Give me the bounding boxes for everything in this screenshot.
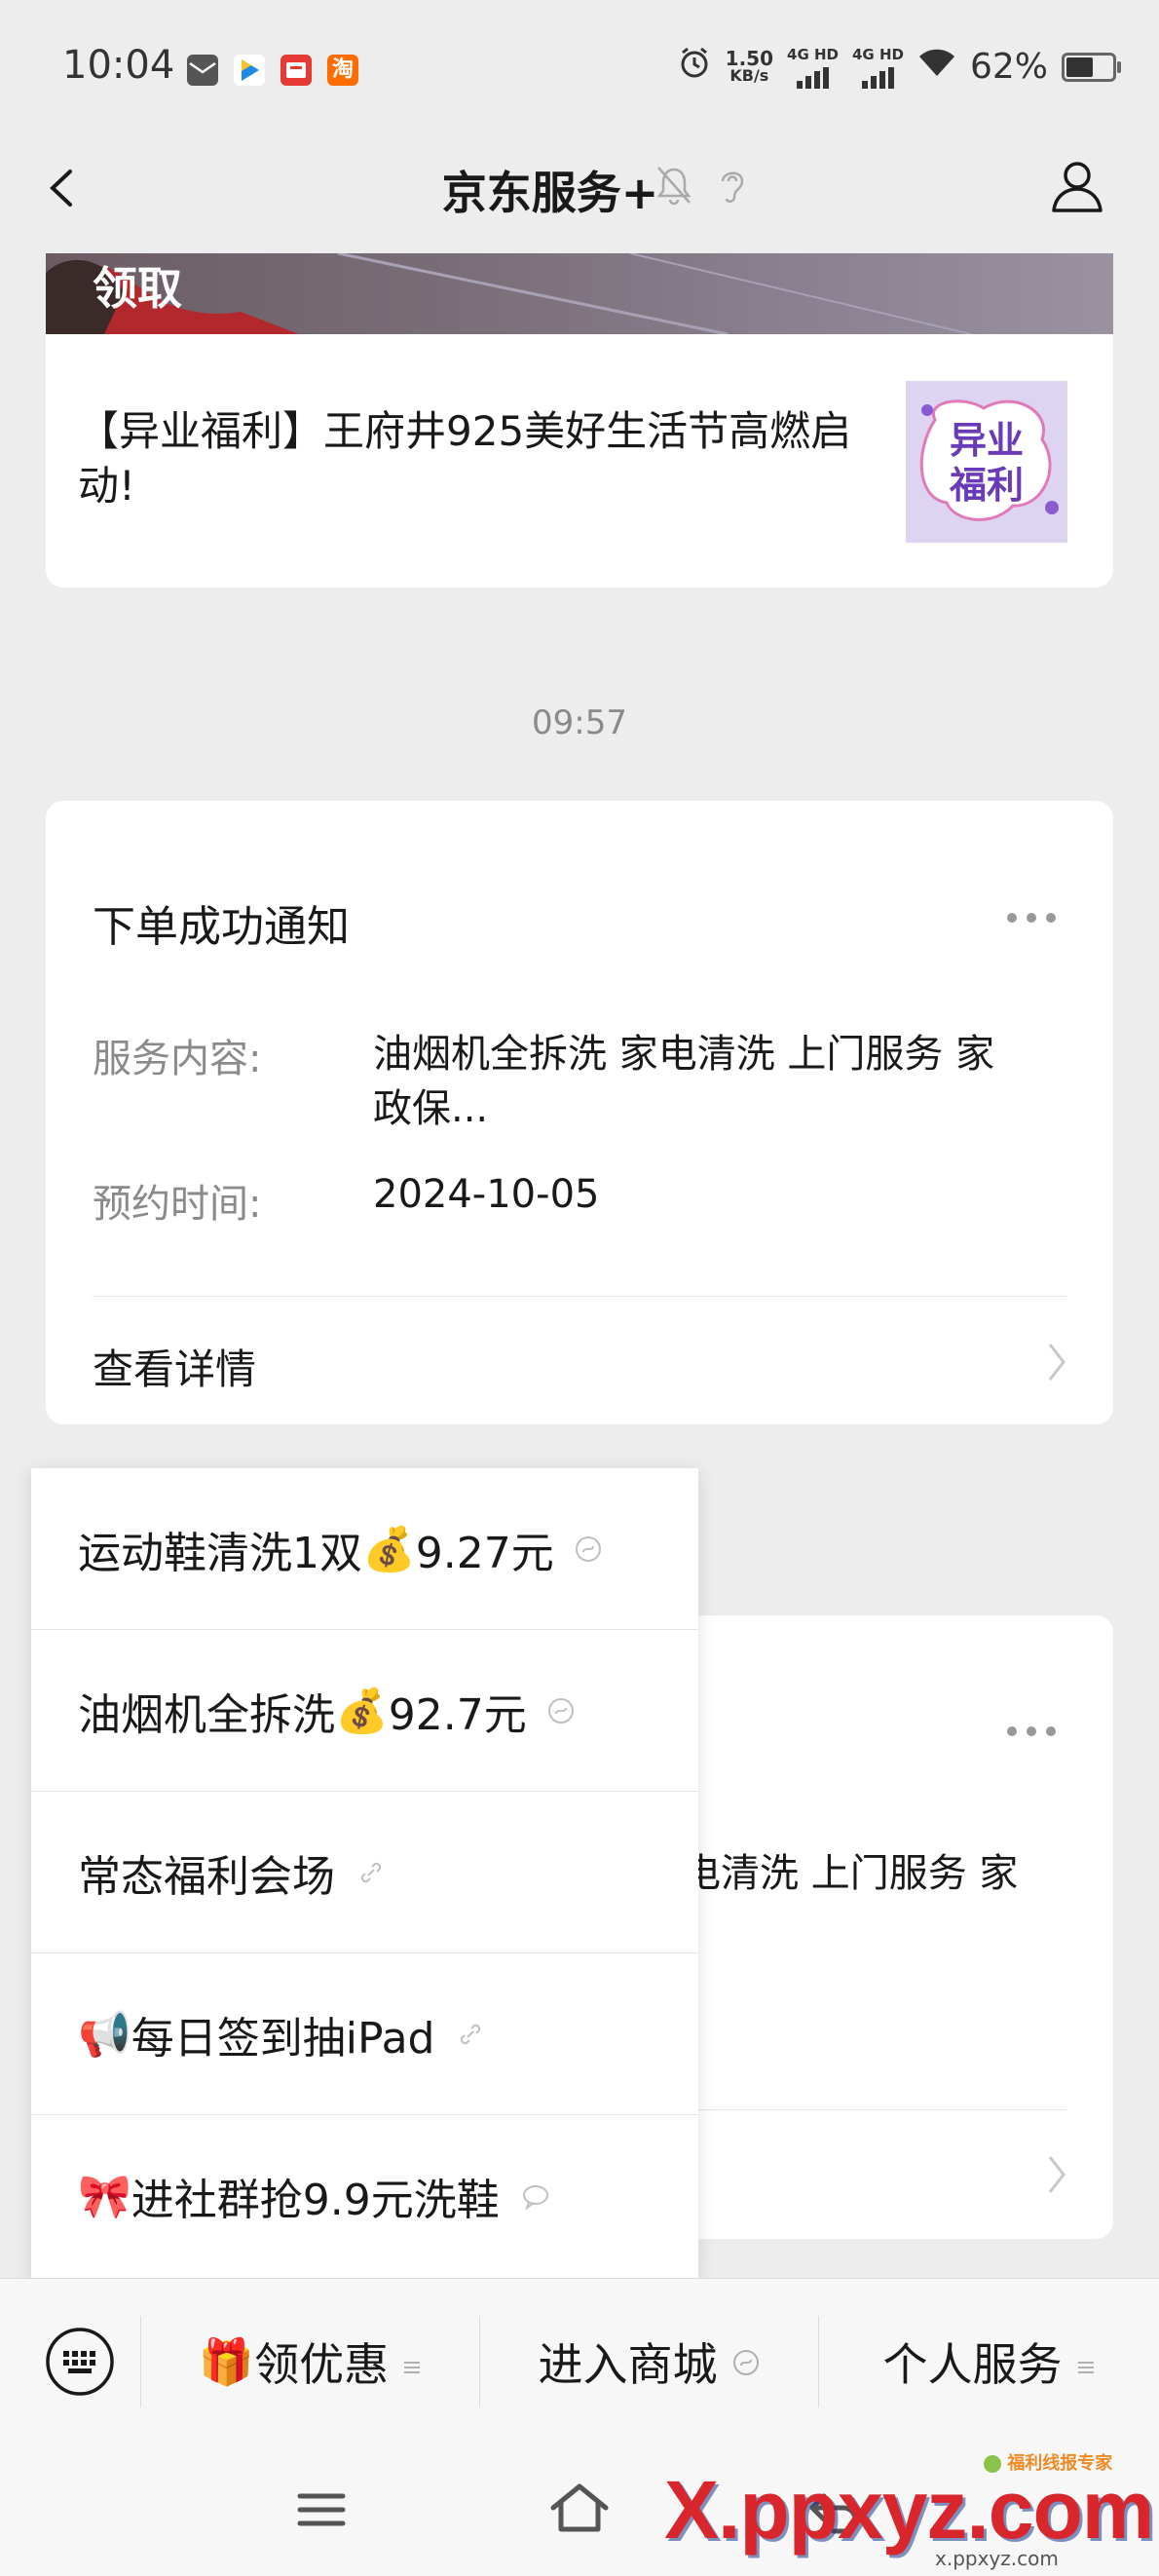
service-value: 油烟机全拆洗 家电清洗 上门服务 家 政保... <box>373 1032 995 1131</box>
menu-item-welfare-venue[interactable]: 常态福利会场 <box>31 1792 698 1953</box>
article-banner-image[interactable]: 领取 <box>46 253 1113 334</box>
message-app-icon <box>187 55 218 86</box>
ribbon-icon: 🎀 <box>78 2172 131 2221</box>
chat-bubble-icon <box>521 2172 550 2221</box>
menu-personal-service[interactable]: 个人服务 <box>819 2279 1159 2444</box>
menu-lines-icon <box>402 2335 422 2388</box>
gift-icon: 🎁 <box>198 2334 255 2388</box>
chevron-right-icon <box>1044 2153 1069 2200</box>
hamburger-icon <box>297 2493 346 2526</box>
notice-title: 下单成功通知 <box>93 902 350 952</box>
signal-bars-icon <box>861 63 894 89</box>
battery-percent: 62% <box>969 47 1048 87</box>
popup-menu: 运动鞋清洗1双 💰 9.27元 油烟机全拆洗 💰 92.7元 常态福利会场 📢 每日签到抽… <box>31 1468 698 2279</box>
status-right-group: 1.50 KB/s 4G HD 4G HD 62% <box>677 45 1121 89</box>
alarm-icon <box>677 45 712 89</box>
recents-button[interactable] <box>292 2481 351 2543</box>
divider <box>93 1296 1066 1297</box>
signal-2: 4G HD <box>852 46 904 89</box>
service-label: 服务内容: <box>93 1037 262 1081</box>
menu-item-shoe-cleaning[interactable]: 运动鞋清洗1双 💰 9.27元 <box>31 1468 698 1630</box>
nav-title-wrap: 京东服务+ <box>0 158 1130 222</box>
network-speed: 1.50 KB/s <box>725 46 774 85</box>
page-title: 京东服务+ <box>441 167 659 219</box>
home-button[interactable] <box>547 2479 612 2541</box>
home-icon <box>550 2483 609 2532</box>
video-app-icon <box>234 55 265 86</box>
battery-icon <box>1062 52 1121 82</box>
service-value-2: 电清洗 上门服务 家 <box>682 1851 1019 1896</box>
money-bag-icon: 💰 <box>362 1525 416 1574</box>
thumb-text-1: 异业 <box>949 419 1024 462</box>
article-thumbnail[interactable]: 异业 福利 <box>906 381 1067 543</box>
link-icon <box>356 1848 386 1898</box>
time-label: 预约时间: <box>93 1182 262 1227</box>
signal-1: 4G HD <box>787 46 839 89</box>
menu-lines-icon <box>1076 2335 1096 2388</box>
chevron-right-icon <box>1044 1341 1069 1387</box>
view-details-link[interactable]: 查看详情 <box>93 1337 256 1396</box>
thumb-text-2: 福利 <box>949 464 1024 507</box>
shopping-app-icon <box>280 55 312 86</box>
megaphone-icon: 📢 <box>78 2010 131 2060</box>
keyboard-toggle-button[interactable] <box>21 2279 138 2444</box>
status-time: 10:04 <box>62 43 175 88</box>
signal-bars-icon <box>797 63 829 89</box>
bottom-menu-bar: 🎁 领优惠 进入商城 个人服务 <box>0 2278 1159 2444</box>
menu-enter-mall[interactable]: 进入商城 <box>480 2279 818 2444</box>
miniprogram-icon <box>731 2335 761 2388</box>
link-icon <box>456 2010 485 2060</box>
watermark-main: X.ppxyz.com <box>664 2464 1154 2556</box>
ear-icon <box>715 164 750 210</box>
menu-item-join-group[interactable]: 🎀 进社群抢9.9元洗鞋 <box>31 2115 698 2277</box>
miniprogram-icon <box>574 1525 603 1574</box>
keyboard-icon <box>46 2328 114 2396</box>
user-icon <box>1052 162 1103 212</box>
mute-bell-icon <box>654 164 693 210</box>
banner-text: 领取 <box>93 262 182 315</box>
wifi-icon <box>917 47 956 87</box>
taobao-app-icon: 淘 <box>327 55 358 86</box>
chat-timestamp: 09:57 <box>532 703 627 742</box>
watermark-url: x.ppxyz.com <box>935 2547 1059 2570</box>
more-options-button[interactable] <box>1007 913 1056 923</box>
miniprogram-icon <box>546 1686 576 1736</box>
more-options-button-2[interactable] <box>1007 1726 1056 1736</box>
article-title[interactable]: 【异业福利】王府井925美好生活节高燃启动! <box>78 404 877 513</box>
menu-item-hood-cleaning[interactable]: 油烟机全拆洗 💰 92.7元 <box>31 1630 698 1792</box>
profile-button[interactable] <box>1048 156 1106 214</box>
menu-coupons[interactable]: 🎁 领优惠 <box>141 2279 479 2444</box>
time-value: 2024-10-05 <box>373 1172 600 1217</box>
menu-item-daily-checkin[interactable]: 📢 每日签到抽iPad <box>31 1953 698 2115</box>
money-bag-icon: 💰 <box>335 1686 389 1736</box>
